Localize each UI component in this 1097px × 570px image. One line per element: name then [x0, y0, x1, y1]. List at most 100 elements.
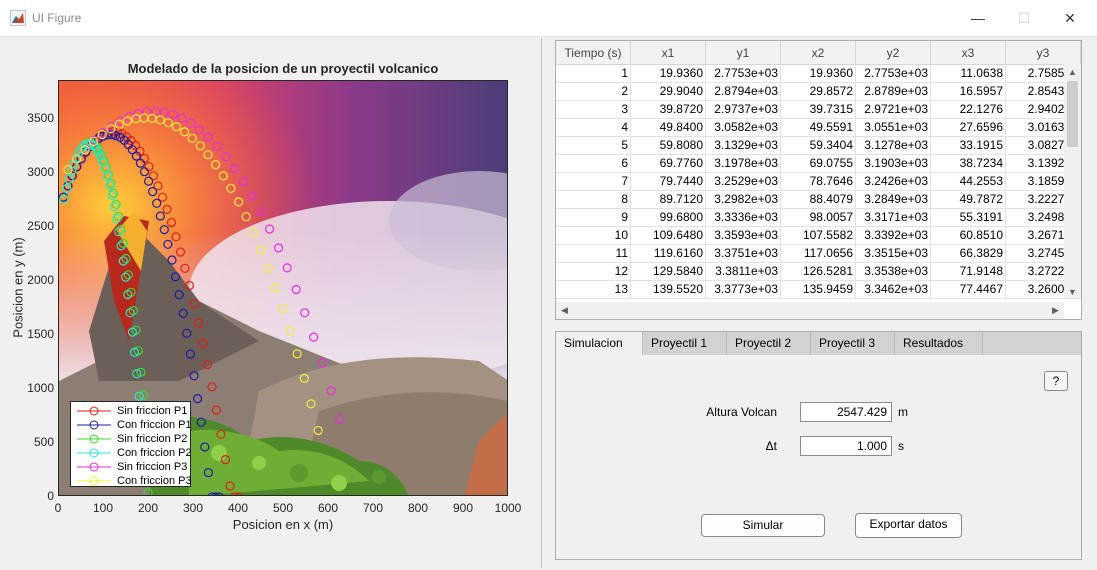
help-button[interactable]: ?	[1044, 371, 1068, 391]
table-cell[interactable]: 78.7646	[781, 173, 856, 190]
simular-button[interactable]: Simular	[701, 514, 825, 537]
table-cell[interactable]: 4	[556, 119, 631, 136]
table-row[interactable]: 9 99.6800 3.3336e+03 98.0057 3.3171e+03 55.31…	[556, 209, 1081, 227]
table-cell[interactable]: 3.1278e+03	[856, 137, 931, 154]
table-row[interactable]: 2 29.9040 2.8794e+03 29.8572 2.8789e+03 16.59…	[556, 83, 1081, 101]
column-header[interactable]: x1	[631, 41, 706, 65]
table-cell[interactable]: 2.9721e+03	[856, 101, 931, 118]
table-cell[interactable]: 1	[556, 65, 631, 82]
table-cell[interactable]: 129.5840	[631, 263, 706, 280]
results-table[interactable]: Tiempo (s) x1 y1 x2 y2 x3 y3 1 19.9360 2.7753e+0…	[555, 40, 1082, 320]
table-cell[interactable]: 8	[556, 191, 631, 208]
table-cell[interactable]: 3.2849e+03	[856, 191, 931, 208]
table-row[interactable]: 7 79.7440 3.2529e+03 78.7646 3.2426e+03 44.25…	[556, 173, 1081, 191]
table-cell[interactable]: 3.1903e+03	[856, 155, 931, 172]
table-cell[interactable]: 2.8794e+03	[706, 83, 781, 100]
tab-resultados[interactable]: Resultados	[895, 332, 983, 355]
scroll-left-icon[interactable]: ◀	[561, 305, 568, 316]
table-row[interactable]: 6 69.7760 3.1978e+03 69.0755 3.1903e+03 38.72…	[556, 155, 1081, 173]
table-cell[interactable]: 2	[556, 83, 631, 100]
minimize-button[interactable]: —	[955, 0, 1001, 36]
table-row[interactable]: 4 49.8400 3.0582e+03 49.5591 3.0551e+03 27.65…	[556, 119, 1081, 137]
table-cell[interactable]: 3.3515e+03	[856, 245, 931, 262]
exportar-datos-button[interactable]: Exportar datos	[855, 513, 962, 538]
table-cell[interactable]: 119.6160	[631, 245, 706, 262]
table-cell[interactable]: 19.9360	[781, 65, 856, 82]
altura-volcan-field[interactable]: 2547.429	[800, 402, 892, 422]
table-cell[interactable]: 49.8400	[631, 119, 706, 136]
tab-proyectil-3[interactable]: Proyectil 3	[811, 332, 895, 355]
table-cell[interactable]: 39.8720	[631, 101, 706, 118]
table-cell[interactable]: 139.5520	[631, 281, 706, 298]
table-cell[interactable]: 5	[556, 137, 631, 154]
table-row[interactable]: 10 109.6480 3.3593e+03 107.5582 3.3392e+03 60…	[556, 227, 1081, 245]
table-cell[interactable]: 3.3593e+03	[706, 227, 781, 244]
scroll-up-icon[interactable]: ▲	[1068, 67, 1077, 77]
column-header[interactable]: x2	[781, 41, 856, 65]
column-header[interactable]: y2	[856, 41, 931, 65]
table-row[interactable]: 12 129.5840 3.3811e+03 126.5281 3.3538e+03 71…	[556, 263, 1081, 281]
table-horizontal-scrollbar[interactable]	[556, 302, 1064, 319]
table-cell[interactable]: 3.3538e+03	[856, 263, 931, 280]
table-cell[interactable]: 3.1329e+03	[706, 137, 781, 154]
tab-proyectil-2[interactable]: Proyectil 2	[727, 332, 811, 355]
table-row[interactable]: 3 39.8720 2.9737e+03 39.7315 2.9721e+03 22.12…	[556, 101, 1081, 119]
scroll-down-icon[interactable]: ▼	[1068, 287, 1077, 297]
table-cell[interactable]: 7	[556, 173, 631, 190]
table-cell[interactable]: 55.3191	[931, 209, 1006, 226]
table-cell[interactable]: 77.4467	[931, 281, 1006, 298]
scroll-right-icon[interactable]: ▶	[1052, 305, 1059, 316]
table-cell[interactable]: 27.6596	[931, 119, 1006, 136]
table-cell[interactable]: 33.1915	[931, 137, 1006, 154]
table-cell[interactable]: 16.5957	[931, 83, 1006, 100]
table-row[interactable]: 5 59.8080 3.1329e+03 59.3404 3.1278e+03 33.19…	[556, 137, 1081, 155]
table-cell[interactable]: 107.5582	[781, 227, 856, 244]
table-cell[interactable]: 49.7872	[931, 191, 1006, 208]
table-row[interactable]: 1 19.9360 2.7753e+03 19.9360 2.7753e+03 11.06…	[556, 65, 1081, 83]
table-cell[interactable]: 79.7440	[631, 173, 706, 190]
column-header[interactable]: x3	[931, 41, 1006, 65]
table-cell[interactable]: 66.3829	[931, 245, 1006, 262]
table-cell[interactable]: 126.5281	[781, 263, 856, 280]
table-cell[interactable]: 3	[556, 101, 631, 118]
tab-proyectil-1[interactable]: Proyectil 1	[643, 332, 727, 355]
table-cell[interactable]: 49.5591	[781, 119, 856, 136]
table-cell[interactable]: 11	[556, 245, 631, 262]
table-row[interactable]: 8 89.7120 3.2982e+03 88.4079 3.2849e+03 49.78…	[556, 191, 1081, 209]
table-cell[interactable]: 60.8510	[931, 227, 1006, 244]
dt-field[interactable]: 1.000	[800, 436, 892, 456]
table-cell[interactable]: 88.4079	[781, 191, 856, 208]
table-cell[interactable]: 10	[556, 227, 631, 244]
table-cell[interactable]: 12	[556, 263, 631, 280]
column-header[interactable]: y1	[706, 41, 781, 65]
table-cell[interactable]: 69.7760	[631, 155, 706, 172]
table-cell[interactable]: 29.9040	[631, 83, 706, 100]
table-cell[interactable]: 3.2426e+03	[856, 173, 931, 190]
table-cell[interactable]: 3.3171e+03	[856, 209, 931, 226]
column-header[interactable]: y3	[1006, 41, 1081, 65]
table-cell[interactable]: 3.0551e+03	[856, 119, 931, 136]
plot-legend[interactable]: Sin friccion P1 Con friccion P1 Sin fric…	[70, 401, 192, 487]
close-button[interactable]: ✕	[1047, 0, 1093, 36]
table-row[interactable]: 13 139.5520 3.3773e+03 135.9459 3.3462e+03 77…	[556, 281, 1081, 299]
table-cell[interactable]: 2.7753e+03	[706, 65, 781, 82]
table-scroll-thumb[interactable]	[1067, 81, 1078, 147]
table-cell[interactable]: 6	[556, 155, 631, 172]
table-cell[interactable]: 9	[556, 209, 631, 226]
table-cell[interactable]: 98.0057	[781, 209, 856, 226]
table-cell[interactable]: 3.3773e+03	[706, 281, 781, 298]
table-cell[interactable]: 99.6800	[631, 209, 706, 226]
column-header[interactable]: Tiempo (s)	[556, 41, 631, 65]
table-cell[interactable]: 2.7753e+03	[856, 65, 931, 82]
table-cell[interactable]: 69.0755	[781, 155, 856, 172]
maximize-button[interactable]: ☐	[1001, 0, 1047, 36]
table-cell[interactable]: 109.6480	[631, 227, 706, 244]
table-cell[interactable]: 3.2529e+03	[706, 173, 781, 190]
table-cell[interactable]: 3.1978e+03	[706, 155, 781, 172]
table-cell[interactable]: 38.7234	[931, 155, 1006, 172]
table-cell[interactable]: 71.9148	[931, 263, 1006, 280]
table-cell[interactable]: 3.3336e+03	[706, 209, 781, 226]
table-cell[interactable]: 19.9360	[631, 65, 706, 82]
table-cell[interactable]: 2.8789e+03	[856, 83, 931, 100]
table-cell[interactable]: 13	[556, 281, 631, 298]
